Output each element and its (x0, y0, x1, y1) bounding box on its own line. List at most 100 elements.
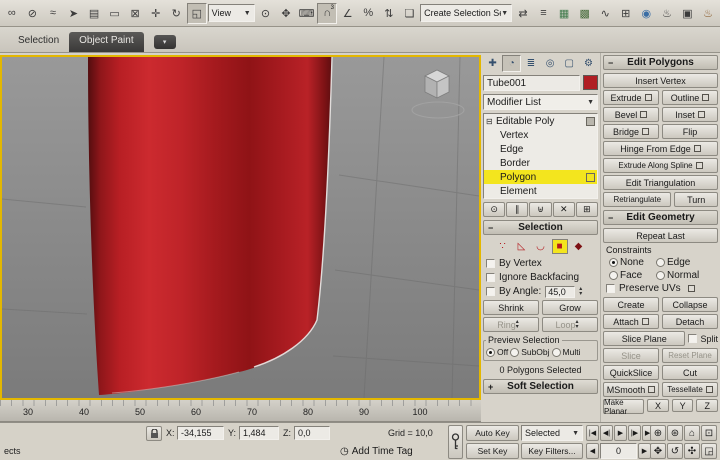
ignore-backfacing-checkbox[interactable] (486, 273, 495, 282)
zoom-all-icon[interactable]: ⊛ (667, 425, 683, 441)
inset-button[interactable]: Inset (662, 107, 718, 122)
msmooth-settings-icon[interactable] (648, 386, 655, 393)
next-frame-icon[interactable]: |▶ (628, 425, 641, 441)
constraint-face-label[interactable]: Face (620, 270, 654, 281)
x-coord-field[interactable]: -34,155 (177, 426, 224, 440)
reference-coordinate-dropdown[interactable]: View ▼ (208, 4, 255, 22)
use-center-icon[interactable]: ⊙ (256, 3, 276, 24)
constraint-none-label[interactable]: None (620, 257, 654, 268)
maximize-viewport-icon[interactable]: ◲ (701, 443, 717, 459)
z-coord-field[interactable]: 0,0 (294, 426, 330, 440)
select-object-icon[interactable]: ➤ (64, 3, 84, 24)
stack-item-edge[interactable]: Edge (484, 142, 597, 156)
render-production-icon[interactable]: ♨ (698, 3, 718, 24)
render-setup-icon[interactable]: ♨ (657, 3, 677, 24)
curve-editor-icon[interactable]: ∿ (595, 3, 615, 24)
pin-stack-icon[interactable]: ⊙ (483, 202, 505, 217)
preserve-uvs-settings-icon[interactable] (688, 285, 695, 292)
outline-settings-icon[interactable] (702, 94, 709, 101)
selection-rollout-header[interactable]: − Selection (483, 220, 598, 235)
tab-motion-icon[interactable]: ◎ (541, 55, 560, 72)
tab-modify-icon[interactable]: ◔ (502, 55, 521, 72)
split-checkbox[interactable] (688, 334, 697, 343)
repeat-last-button[interactable]: Repeat Last (603, 228, 718, 243)
layer-manager-icon[interactable]: ▦ (554, 3, 574, 24)
object-color-swatch[interactable] (583, 75, 598, 90)
align-icon[interactable]: ≡ (534, 3, 554, 24)
select-and-move-icon[interactable]: ✛ (146, 3, 166, 24)
viewport-canvas[interactable] (2, 57, 479, 398)
grow-button[interactable]: Grow (542, 300, 598, 315)
bridge-settings-icon[interactable] (642, 128, 649, 135)
edit-triangulation-button[interactable]: Edit Triangulation (603, 175, 718, 190)
show-end-result-icon[interactable]: ∥ (506, 202, 528, 217)
tab-display-icon[interactable]: ▢ (560, 55, 579, 72)
select-and-link-icon[interactable]: ∞ (2, 3, 22, 24)
by-angle-spinner[interactable]: ▴ ▾ (579, 287, 588, 297)
go-to-start-icon[interactable]: |◀ (586, 425, 599, 441)
quickslice-button[interactable]: QuickSlice (603, 365, 659, 380)
set-key-button[interactable]: Set Key (466, 443, 519, 459)
angle-snap-icon[interactable]: ∠ (338, 3, 358, 24)
make-planar-button[interactable]: Make Planar (603, 399, 644, 414)
percent-snap-icon[interactable]: % (358, 3, 378, 24)
border-mode-icon[interactable]: ◡ (533, 239, 549, 254)
configure-modifier-sets-icon[interactable]: ⊞ (576, 202, 598, 217)
snap-toggle-icon[interactable]: ∩ 3 (317, 3, 337, 24)
msmooth-button[interactable]: MSmooth (603, 382, 659, 397)
tessellate-button[interactable]: Tessellate (662, 382, 718, 397)
preview-subobj-radio[interactable] (510, 348, 519, 357)
tab-utilities-icon[interactable]: ⚙ (579, 55, 598, 72)
spin-down-icon[interactable]: ▾ (579, 292, 588, 297)
selection-lock-icon[interactable] (146, 426, 162, 441)
modifier-list-dropdown[interactable]: Modifier List ▼ (483, 94, 598, 110)
by-vertex-checkbox[interactable] (486, 259, 495, 268)
split-label[interactable]: Split (700, 334, 718, 344)
ignore-backfacing-label[interactable]: Ignore Backfacing (499, 272, 579, 283)
constraint-face-radio[interactable] (609, 271, 618, 280)
select-and-scale-icon[interactable]: ◱ (187, 3, 207, 24)
polygon-mode-icon[interactable]: ■ (552, 239, 568, 254)
constraint-edge-label[interactable]: Edge (667, 257, 690, 268)
perspective-viewport[interactable] (0, 55, 481, 400)
remove-modifier-icon[interactable]: ✕ (553, 202, 575, 217)
auto-key-button[interactable]: Auto Key (466, 425, 519, 441)
create-button[interactable]: Create (603, 297, 659, 312)
y-coord-field[interactable]: 1,484 (239, 426, 279, 440)
mirror-icon[interactable]: ⇄ (513, 3, 533, 24)
attach-button[interactable]: Attach (603, 314, 659, 329)
add-time-tag-button[interactable]: ◷ Add Time Tag (340, 446, 413, 457)
shrink-button[interactable]: Shrink (483, 300, 539, 315)
bevel-button[interactable]: Bevel (603, 107, 659, 122)
graphite-toggle-icon[interactable]: ▩ (575, 3, 595, 24)
stack-item-polygon[interactable]: Polygon (484, 170, 597, 184)
extrude-button[interactable]: Extrude (603, 90, 659, 105)
bevel-settings-icon[interactable] (640, 111, 647, 118)
element-mode-icon[interactable]: ◆ (571, 239, 587, 254)
edit-polygons-rollout-header[interactable]: − Edit Polygons (603, 55, 718, 70)
zoom-icon[interactable]: ⊕ (650, 425, 666, 441)
edit-geometry-rollout-header[interactable]: − Edit Geometry (603, 210, 718, 225)
set-keys-key-icon[interactable] (448, 425, 463, 459)
retriangulate-button[interactable]: Retriangulate (603, 192, 671, 207)
make-unique-icon[interactable]: ⊎ (529, 202, 551, 217)
by-angle-field[interactable]: 45,0 (545, 286, 575, 298)
selection-set-key-dropdown[interactable]: Selected ▼ (521, 425, 583, 441)
preview-subobj-label[interactable]: SubObj (521, 347, 549, 357)
constraint-normal-radio[interactable] (656, 271, 665, 280)
extrude-along-spline-button[interactable]: Extrude Along Spline (603, 158, 718, 173)
pan-icon[interactable]: ✥ (650, 443, 666, 459)
ribbon-tab-selection[interactable]: Selection (8, 32, 69, 52)
bridge-button[interactable]: Bridge (603, 124, 659, 139)
vertex-mode-icon[interactable]: ∵ (495, 239, 511, 254)
key-filters-button[interactable]: Key Filters... (521, 443, 583, 459)
constraint-normal-label[interactable]: Normal (667, 270, 699, 281)
stack-item-editable-poly[interactable]: ⊟ Editable Poly (484, 114, 597, 128)
keyboard-override-icon[interactable]: ⌨ (297, 3, 317, 24)
schematic-view-icon[interactable]: ⊞ (616, 3, 636, 24)
make-planar-z-button[interactable]: Z (696, 399, 718, 412)
rendered-frame-icon[interactable]: ▣ (678, 3, 698, 24)
select-and-manipulate-icon[interactable]: ✥ (276, 3, 296, 24)
by-vertex-label[interactable]: By Vertex (499, 258, 542, 269)
zoom-region-icon[interactable]: ⊡ (701, 425, 717, 441)
